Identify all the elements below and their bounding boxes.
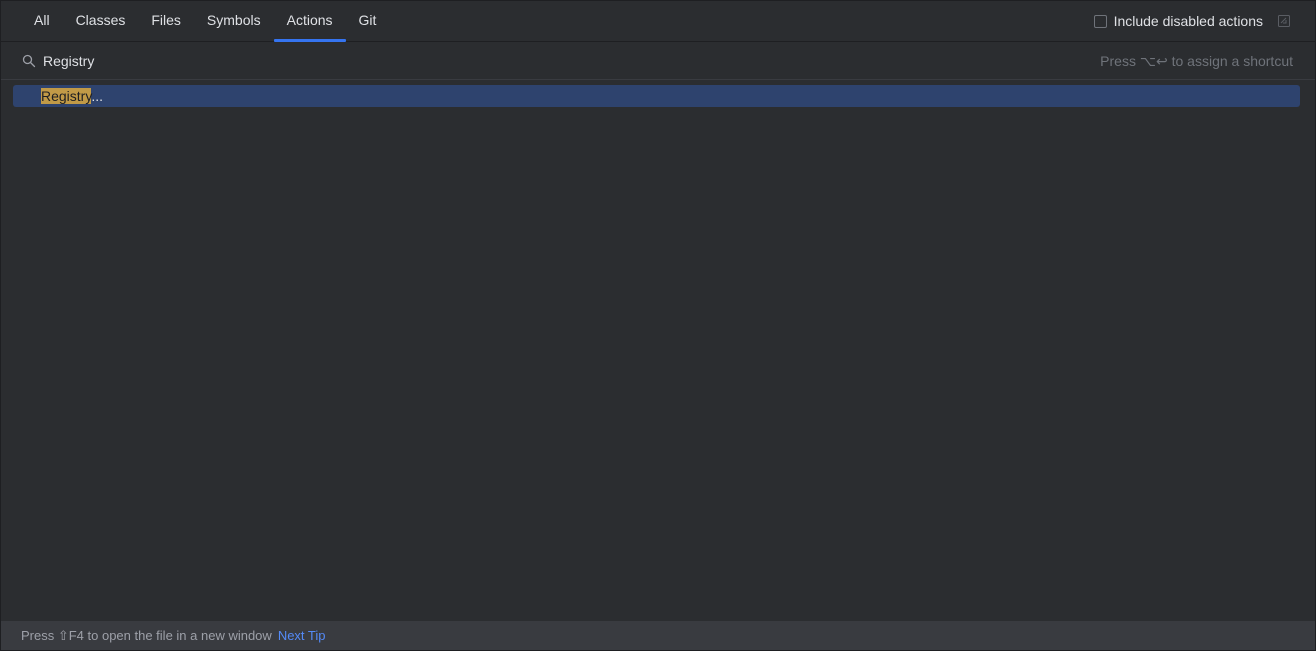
next-tip-link[interactable]: Next Tip bbox=[278, 628, 326, 643]
result-label: Registry... bbox=[41, 85, 103, 107]
search-icon bbox=[22, 54, 36, 68]
pin-window-icon[interactable] bbox=[1277, 14, 1291, 28]
tip-text-container: Press ⇧F4 to open the file in a new wind… bbox=[21, 621, 326, 650]
tab-actions[interactable]: Actions bbox=[273, 1, 346, 42]
tab-files[interactable]: Files bbox=[138, 1, 194, 42]
tab-git[interactable]: Git bbox=[346, 1, 390, 42]
search-everywhere-popup: All Classes Files Symbols Actions Git In… bbox=[0, 0, 1316, 651]
search-row: Press ⌥↩ to assign a shortcut bbox=[1, 43, 1315, 80]
include-disabled-checkbox[interactable] bbox=[1093, 14, 1107, 28]
results-list: Registry... bbox=[1, 80, 1315, 620]
search-input[interactable] bbox=[43, 50, 943, 72]
footer: Press ⇧F4 to open the file in a new wind… bbox=[1, 621, 1315, 650]
header: All Classes Files Symbols Actions Git In… bbox=[1, 1, 1315, 42]
include-disabled-label: Include disabled actions bbox=[1113, 13, 1263, 29]
tab-all[interactable]: All bbox=[21, 1, 63, 42]
tab-classes[interactable]: Classes bbox=[63, 1, 139, 42]
tip-text: Press ⇧F4 to open the file in a new wind… bbox=[21, 628, 272, 643]
result-label-rest: ... bbox=[91, 88, 103, 104]
assign-shortcut-hint: Press ⌥↩ to assign a shortcut bbox=[1100, 53, 1293, 69]
tab-symbols[interactable]: Symbols bbox=[194, 1, 274, 42]
list-item[interactable]: Registry... bbox=[13, 85, 1300, 107]
include-disabled-actions-option[interactable]: Include disabled actions bbox=[1093, 13, 1263, 29]
match-highlight: Registry bbox=[41, 88, 92, 104]
tab-bar: All Classes Files Symbols Actions Git bbox=[21, 1, 389, 42]
